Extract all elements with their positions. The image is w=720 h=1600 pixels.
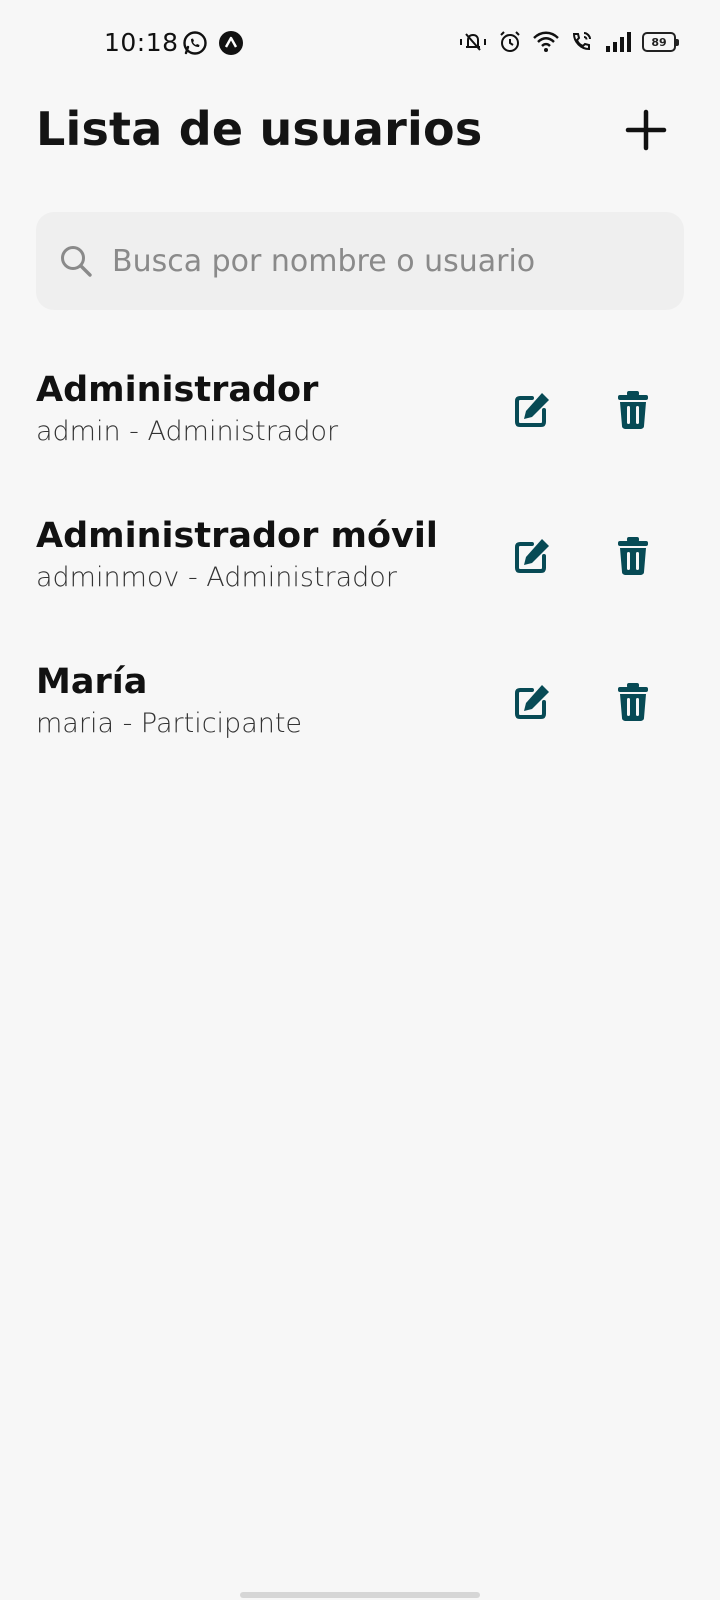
edit-icon [515, 539, 549, 573]
edit-button[interactable] [506, 530, 558, 582]
list-item[interactable]: Administrador admin - Administrador [0, 370, 720, 490]
search-input[interactable] [112, 243, 652, 279]
user-subtitle: adminmov - Administrador [36, 562, 397, 593]
whatsapp-icon [182, 30, 208, 56]
signal-icon [604, 30, 632, 54]
wifi-icon [532, 30, 560, 54]
edit-icon [515, 685, 549, 719]
trash-icon [618, 683, 648, 721]
delete-button[interactable] [607, 530, 659, 582]
user-name: María [36, 662, 148, 702]
battery-icon: 89 [642, 32, 679, 52]
list-item[interactable]: María maria - Participante [0, 662, 720, 782]
plus-icon [625, 109, 667, 151]
edit-icon [515, 393, 549, 427]
home-indicator[interactable] [240, 1592, 480, 1598]
delete-button[interactable] [607, 676, 659, 728]
mute-vibrate-icon [458, 30, 488, 54]
trash-icon [618, 391, 648, 429]
battery-level: 89 [651, 35, 667, 49]
status-time: 10:18 [104, 28, 179, 57]
delete-button[interactable] [607, 384, 659, 436]
user-subtitle: admin - Administrador [36, 416, 339, 447]
status-left-icons [182, 30, 244, 56]
user-name: Administrador móvil [36, 516, 438, 556]
app-notification-icon [218, 30, 244, 56]
search-bar[interactable] [36, 212, 684, 310]
user-subtitle: maria - Participante [36, 708, 303, 739]
trash-icon [618, 537, 648, 575]
search-icon [61, 246, 92, 277]
screen: 10:18 89 Lista de usuarios Busca por nom… [0, 0, 720, 1600]
status-bar: 10:18 89 [0, 0, 720, 90]
list-item[interactable]: Administrador móvil adminmov - Administr… [0, 516, 720, 636]
edit-button[interactable] [506, 676, 558, 728]
alarm-icon [498, 30, 522, 54]
add-user-button[interactable] [624, 108, 668, 152]
edit-button[interactable] [506, 384, 558, 436]
user-name: Administrador [36, 370, 319, 410]
status-right-icons: 89 [458, 30, 679, 54]
page-title: Lista de usuarios [36, 102, 483, 156]
wifi-calling-icon [570, 30, 594, 54]
